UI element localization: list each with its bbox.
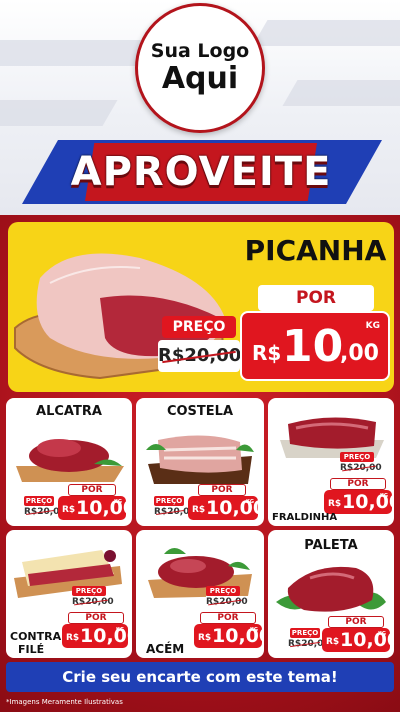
product-card-costela: COSTELA PREÇO R$20,00 POR R$ 10,00 KG xyxy=(136,398,264,526)
contra-file-image xyxy=(14,550,122,598)
unit-label: KG xyxy=(378,631,386,637)
preco-label: PREÇO xyxy=(72,586,106,596)
product-price: R$ 10,00 KG xyxy=(322,628,394,652)
cta-button[interactable]: Crie seu encarte com este tema! xyxy=(6,662,394,692)
alcatra-image xyxy=(16,439,124,482)
currency-symbol: R$ xyxy=(66,633,80,643)
por-label: POR xyxy=(68,612,124,624)
product-name: FRALDINHA xyxy=(272,512,338,523)
product-card-fraldinha: PREÇO R$20,00 POR R$ 10,00 KG FRALDINHA xyxy=(268,398,394,526)
por-label: POR xyxy=(68,484,116,496)
old-price: R$20,00 xyxy=(72,596,114,608)
product-price: R$ 10,00 KG xyxy=(62,624,132,648)
product-name: COSTELA xyxy=(166,404,234,419)
old-price: R$20,00 xyxy=(206,596,248,608)
product-name: PALETA xyxy=(304,538,358,553)
banner-title: APROVEITE xyxy=(70,149,332,195)
currency-symbol: R$ xyxy=(62,505,76,515)
product-card-acem: PREÇO R$20,00 POR R$ 10,00 KG ACÉM xyxy=(136,530,264,658)
footnote: *Imagens Meramente Ilustrativas xyxy=(6,698,123,706)
logo-text-line2: Aqui xyxy=(161,61,239,96)
product-price: R$ 10,00 KG xyxy=(188,496,264,520)
product-price: R$ 10,00 KG xyxy=(324,490,394,514)
preco-label: PREÇO xyxy=(290,628,320,638)
price-value: 10,00 xyxy=(76,497,132,519)
por-label: POR xyxy=(328,616,384,628)
costela-image xyxy=(146,435,254,484)
por-label: POR xyxy=(200,612,256,624)
product-name-line2: FILÉ xyxy=(18,643,45,656)
unit-label: KG xyxy=(365,321,380,331)
logo-text-line1: Sua Logo xyxy=(150,40,250,62)
por-label: POR xyxy=(258,285,374,311)
preco-label: PREÇO xyxy=(162,316,236,338)
product-card-alcatra: ALCATRA PREÇO R$20,00 POR R$ 10,00 KG xyxy=(6,398,132,526)
product-name-line1: CONTRA xyxy=(10,630,62,643)
price-integer: 10 xyxy=(282,321,344,372)
price-value: 10,00 xyxy=(206,497,264,519)
unit-label: KG xyxy=(246,499,254,505)
decor-stripe xyxy=(252,20,400,46)
decor-stripe xyxy=(0,100,118,126)
preco-label: PREÇO xyxy=(340,452,374,462)
old-price: R$20,00 xyxy=(154,506,196,518)
old-price: R$20,00 xyxy=(340,462,382,474)
old-price: R$20,00 xyxy=(288,638,330,650)
preco-label: PREÇO xyxy=(154,496,184,506)
featured-product-name: PICANHA xyxy=(244,234,387,267)
product-card-contra-file: PREÇO R$20,00 POR R$ 10,00 KG CONTRA FIL… xyxy=(6,530,132,658)
product-price: R$ 10,00 KG xyxy=(58,496,132,520)
unit-label: KG xyxy=(114,499,122,505)
preco-label: PREÇO xyxy=(206,586,240,596)
currency-symbol: R$ xyxy=(328,499,342,509)
old-price: R$20,00 xyxy=(24,506,66,518)
product-card-paleta: PALETA PREÇO R$20,00 POR R$ 10,00 KG xyxy=(268,530,394,658)
currency-symbol: R$ xyxy=(252,341,282,365)
unit-label: KG xyxy=(116,627,124,633)
decor-stripe xyxy=(282,80,400,106)
unit-label: KG xyxy=(250,627,258,633)
paleta-image xyxy=(276,566,386,612)
currency-symbol: R$ xyxy=(192,505,206,515)
old-price: R$20,00 xyxy=(158,340,241,372)
currency-symbol: R$ xyxy=(198,633,212,643)
product-price: R$ 10,00 KG xyxy=(194,624,264,648)
preco-label: PREÇO xyxy=(24,496,54,506)
por-label: POR xyxy=(330,478,386,490)
product-name: CONTRA FILÉ xyxy=(10,630,61,656)
unit-label: KG xyxy=(380,493,388,499)
product-name: ALCATRA xyxy=(36,404,102,419)
price-decimal: ,00 xyxy=(340,341,379,366)
product-name: ACÉM xyxy=(146,642,185,656)
featured-price: R$ 10 ,00 KG xyxy=(240,311,390,381)
logo-placeholder: Sua Logo Aqui xyxy=(135,3,265,133)
currency-symbol: R$ xyxy=(326,637,340,647)
price-value: 10,00 xyxy=(80,625,132,647)
por-label: POR xyxy=(198,484,246,496)
